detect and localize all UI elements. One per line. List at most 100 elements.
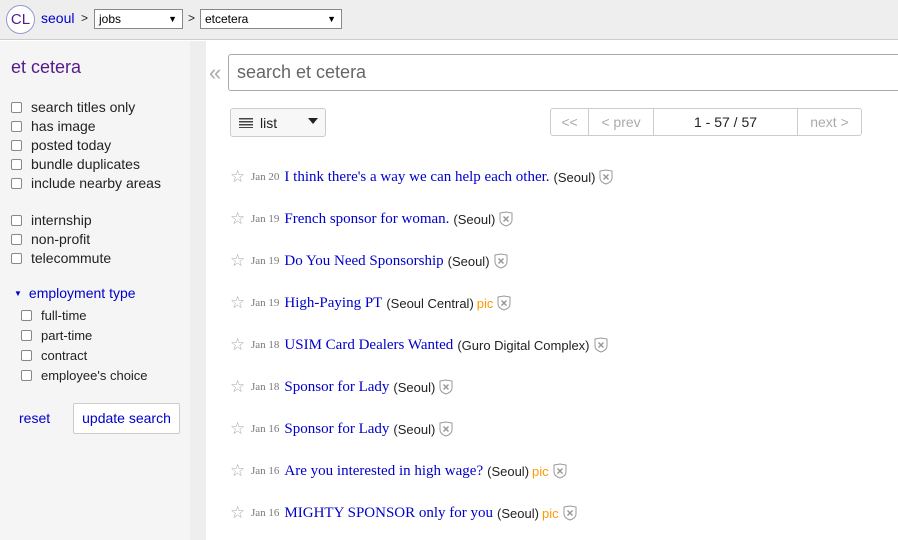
subcategory-select[interactable]: etcetera ▼	[200, 9, 342, 29]
post-date: Jan 19	[251, 213, 280, 225]
hide-post-icon[interactable]	[594, 337, 608, 353]
pic-tag: pic	[532, 463, 549, 479]
filter-include-nearby[interactable]: include nearby areas	[11, 174, 161, 192]
post-title-link[interactable]: Do You Need Sponsorship	[284, 253, 443, 270]
star-icon[interactable]: ☆	[230, 293, 251, 313]
post-location: (Seoul)	[487, 463, 530, 479]
checkbox[interactable]	[11, 233, 22, 245]
post-title-link[interactable]: MIGHTY SPONSOR only for you	[284, 505, 493, 522]
checkbox[interactable]	[11, 214, 22, 226]
city-link[interactable]: seoul	[41, 10, 74, 26]
pic-tag: pic	[476, 295, 494, 311]
post-title-link[interactable]: Are you interested in high wage?	[284, 463, 483, 480]
hide-post-icon[interactable]	[563, 505, 577, 521]
checkbox[interactable]	[11, 158, 22, 170]
checkbox[interactable]	[11, 252, 22, 264]
filter-label: telecommute	[31, 250, 112, 266]
employment-type-label: employment type	[28, 285, 136, 301]
reset-link[interactable]: reset	[19, 410, 50, 426]
star-icon[interactable]: ☆	[230, 209, 251, 229]
result-row: ☆ Jan 16 Sponsor for Lady (Seoul)	[230, 418, 453, 440]
post-title-link[interactable]: I think there's a way we can help each o…	[284, 169, 549, 186]
post-title-link[interactable]: French sponsor for woman.	[284, 211, 449, 228]
result-row: ☆ Jan 16 Are you interested in high wage…	[230, 460, 567, 482]
filter-bundle-duplicates[interactable]: bundle duplicates	[11, 155, 140, 173]
filter-search-titles-only[interactable]: search titles only	[11, 98, 135, 116]
hide-post-icon[interactable]	[439, 379, 453, 395]
hide-post-icon[interactable]	[599, 169, 613, 185]
hide-post-icon[interactable]	[497, 295, 511, 311]
craigslist-logo[interactable]: CL	[6, 5, 35, 34]
checkbox[interactable]	[21, 369, 32, 381]
filter-posted-today[interactable]: posted today	[11, 136, 111, 154]
star-icon[interactable]: ☆	[230, 335, 251, 355]
search-sidebar: et cetera search titles only has image p…	[0, 41, 190, 540]
checkbox[interactable]	[21, 349, 32, 361]
list-icon	[239, 117, 253, 128]
checkbox[interactable]	[11, 120, 22, 132]
chevron-down-icon: ▼	[168, 14, 177, 24]
filter-employees-choice[interactable]: employee's choice	[21, 366, 148, 384]
result-row: ☆ Jan 19 Do You Need Sponsorship (Seoul)	[230, 250, 508, 272]
caret-down-icon: ▼	[14, 288, 22, 298]
collapse-sidebar-icon[interactable]: «	[209, 60, 221, 86]
post-title-link[interactable]: USIM Card Dealers Wanted	[284, 337, 453, 354]
filter-label: has image	[31, 118, 96, 134]
hide-post-icon[interactable]	[553, 463, 567, 479]
view-mode-select[interactable]: list	[230, 108, 326, 137]
update-search-button[interactable]: update search	[73, 403, 180, 434]
post-title-link[interactable]: High-Paying PT	[284, 295, 382, 312]
post-location: (Seoul)	[497, 505, 539, 521]
category-select[interactable]: jobs ▼	[94, 9, 183, 29]
search-input[interactable]: search et cetera	[228, 54, 898, 91]
post-location: (Seoul)	[447, 253, 490, 269]
top-bar: CL seoul > jobs ▼ > etcetera ▼	[0, 0, 898, 40]
first-page-button[interactable]: <<	[551, 109, 589, 135]
star-icon[interactable]: ☆	[230, 419, 251, 439]
filter-internship[interactable]: internship	[11, 211, 92, 229]
hide-post-icon[interactable]	[439, 421, 453, 437]
checkbox[interactable]	[11, 139, 22, 151]
post-title-link[interactable]: Sponsor for Lady	[284, 421, 389, 438]
filter-label: bundle duplicates	[31, 156, 140, 172]
post-date: Jan 16	[251, 465, 280, 477]
filter-non-profit[interactable]: non-profit	[11, 230, 90, 248]
post-date: Jan 18	[251, 339, 280, 351]
star-icon[interactable]: ☆	[230, 251, 251, 271]
star-icon[interactable]: ☆	[230, 461, 251, 481]
post-date: Jan 16	[251, 423, 280, 435]
post-date: Jan 20	[251, 171, 280, 183]
filter-full-time[interactable]: full-time	[21, 306, 87, 324]
next-page-button[interactable]: next >	[798, 109, 861, 135]
filter-label: part-time	[41, 327, 93, 343]
checkbox[interactable]	[11, 101, 22, 113]
filter-label: non-profit	[31, 231, 91, 247]
filter-telecommute[interactable]: telecommute	[11, 249, 111, 267]
filter-contract[interactable]: contract	[21, 346, 87, 364]
sidebar-divider[interactable]	[190, 41, 206, 540]
hide-post-icon[interactable]	[499, 211, 513, 227]
filter-label: full-time	[41, 307, 87, 323]
employment-type-toggle[interactable]: ▼ employment type	[14, 285, 136, 301]
filter-label: employee's choice	[41, 367, 148, 383]
result-range: 1 - 57 / 57	[654, 109, 798, 135]
prev-page-button[interactable]: < prev	[589, 109, 654, 135]
checkbox[interactable]	[11, 177, 22, 189]
star-icon[interactable]: ☆	[230, 377, 251, 397]
checkbox[interactable]	[21, 309, 32, 321]
post-location: (Seoul)	[553, 169, 596, 185]
filter-has-image[interactable]: has image	[11, 117, 96, 135]
result-row: ☆ Jan 20 I think there's a way we can he…	[230, 166, 613, 188]
filter-part-time[interactable]: part-time	[21, 326, 92, 344]
result-row: ☆ Jan 19 High-Paying PT (Seoul Central) …	[230, 292, 511, 314]
result-row: ☆ Jan 18 USIM Card Dealers Wanted (Guro …	[230, 334, 608, 356]
star-icon[interactable]: ☆	[230, 503, 251, 523]
hide-post-icon[interactable]	[494, 253, 508, 269]
checkbox[interactable]	[21, 329, 32, 341]
post-location: (Seoul Central)	[386, 295, 474, 311]
post-location: (Seoul)	[393, 379, 436, 395]
star-icon[interactable]: ☆	[230, 167, 251, 187]
result-row: ☆ Jan 18 Sponsor for Lady (Seoul)	[230, 376, 453, 398]
filter-label: search titles only	[31, 99, 136, 115]
post-title-link[interactable]: Sponsor for Lady	[284, 379, 389, 396]
